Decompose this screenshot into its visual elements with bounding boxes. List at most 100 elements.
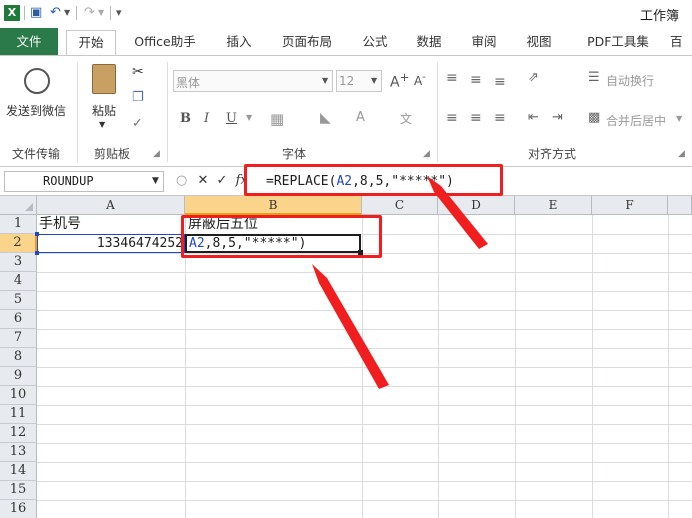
underline-icon[interactable]: U [226,111,237,126]
paste-dropdown-icon[interactable]: ▼ [99,120,105,129]
wrap-text-icon[interactable]: ☰ [588,70,600,85]
align-left-icon[interactable]: ≡ [446,110,458,126]
column-header-f[interactable]: F [592,196,668,215]
column-header-c[interactable]: C [362,196,438,215]
column-header-a[interactable]: A [37,196,185,215]
gridline [37,462,692,463]
tab-pdf-tools[interactable]: PDF工具集 [578,30,658,56]
borders-icon[interactable]: ▦ [270,110,284,128]
gridline [37,329,692,330]
increase-indent-icon[interactable]: ⇥ [552,110,563,125]
orientation-icon[interactable]: ⇗ [528,70,539,85]
alignment-launcher-icon[interactable]: ◢ [678,149,685,159]
enter-icon[interactable]: ✓ [217,173,228,188]
format-painter-icon[interactable]: ✓ [132,116,143,131]
tab-office-assistant[interactable]: Office助手 [126,30,204,56]
chevron-down-icon[interactable]: ▼ [246,113,252,122]
group-label-clipboard: 剪贴板 [94,147,131,161]
row-header-10[interactable]: 10 [0,386,37,405]
align-top-icon[interactable]: ≡ [446,70,458,86]
column-header-b[interactable]: B [185,196,362,215]
row-header-8[interactable]: 8 [0,348,37,367]
copy-icon[interactable]: ❐ [132,90,144,105]
row-header-2[interactable]: 2 [0,234,37,253]
formula-highlight-box [244,164,503,196]
align-bottom-icon[interactable]: ≡ [494,74,506,90]
row-header-11[interactable]: 11 [0,405,37,424]
title-bar: X ▣ ↶ ▼ ↷ ▼ ▾ 工作簿 [0,0,692,26]
tab-formulas[interactable]: 公式 [354,30,396,56]
row-header-6[interactable]: 6 [0,310,37,329]
undo-dropdown-icon[interactable]: ▼ [64,4,70,22]
cut-icon[interactable]: ✂ [132,64,144,80]
expand-icon[interactable]: ○ [176,173,187,188]
tab-view[interactable]: 视图 [518,30,560,56]
ribbon-tabs: 文件 开始 Office助手 插入 页面布局 公式 数据 审阅 视图 PDF工具… [0,26,692,56]
bold-icon[interactable]: B [180,111,191,126]
align-right-icon[interactable]: ≡ [494,110,506,126]
row-header-14[interactable]: 14 [0,462,37,481]
decrease-indent-icon[interactable]: ⇤ [528,110,539,125]
column-header-next[interactable] [668,196,692,215]
tab-data[interactable]: 数据 [408,30,450,56]
gridline [37,310,692,311]
select-all-corner[interactable] [0,196,37,215]
align-middle-icon[interactable]: ≡ [470,72,482,88]
cell-a1[interactable]: 手机号 [39,215,81,234]
row-header-4[interactable]: 4 [0,272,37,291]
tab-file[interactable]: 文件 [0,28,58,56]
customize-quick-access-icon[interactable]: ▾ [116,4,122,22]
fill-color-icon[interactable]: ◣ [320,110,331,126]
group-label-file-transfer: 文件传输 [12,147,61,161]
align-center-icon[interactable]: ≡ [470,110,482,126]
gridline [37,386,692,387]
row-header-12[interactable]: 12 [0,424,37,443]
tab-more[interactable]: 百 [670,30,692,56]
redo-icon[interactable]: ↷ [84,4,95,22]
font-color-icon[interactable]: A [356,110,365,125]
gridline [185,215,186,518]
cell-a2[interactable]: 13346474252 [39,234,183,253]
row-header-5[interactable]: 5 [0,291,37,310]
row-header-16[interactable]: 16 [0,500,37,518]
tab-home[interactable]: 开始 [66,30,116,56]
wechat-icon[interactable] [24,68,50,94]
merge-center-button[interactable]: 合并后居中 [606,112,666,129]
tab-page-layout[interactable]: 页面布局 [272,30,342,56]
font-size-select[interactable]: 12 ▼ [336,70,382,92]
font-name-select[interactable]: 黑体 ▼ [173,70,333,92]
row-header-9[interactable]: 9 [0,367,37,386]
row-header-7[interactable]: 7 [0,329,37,348]
tab-insert[interactable]: 插入 [218,30,260,56]
separator [110,6,111,20]
gridline [37,272,692,273]
redo-dropdown-icon[interactable]: ▼ [98,4,104,22]
merge-center-icon[interactable]: ▩ [588,110,600,125]
grow-font-icon[interactable]: A+ [390,70,409,91]
wrap-text-button[interactable]: 自动换行 [606,72,654,89]
column-header-d[interactable]: D [438,196,515,215]
phonetic-icon[interactable]: 文 [400,110,412,127]
font-name-value: 黑体 [176,76,201,90]
separator [76,6,77,20]
cell-highlight-box [181,215,382,258]
chevron-down-icon[interactable]: ▼ [676,114,682,123]
name-box-dropdown-icon[interactable]: ▼ [152,176,159,186]
clipboard-launcher-icon[interactable]: ◢ [153,149,160,159]
column-header-e[interactable]: E [515,196,592,215]
paste-icon[interactable] [92,64,116,94]
name-box[interactable]: ROUNDUP [4,171,164,192]
row-header-15[interactable]: 15 [0,481,37,500]
paste-button[interactable]: 粘贴 [92,102,116,119]
font-launcher-icon[interactable]: ◢ [423,149,430,159]
row-header-3[interactable]: 3 [0,253,37,272]
row-header-13[interactable]: 13 [0,443,37,462]
tab-review[interactable]: 审阅 [463,30,505,56]
row-header-1[interactable]: 1 [0,215,37,234]
shrink-font-icon[interactable]: A- [414,72,426,88]
italic-icon[interactable]: I [204,111,209,126]
undo-icon[interactable]: ↶ [50,4,61,22]
cancel-icon[interactable]: ✕ [197,173,208,188]
save-icon[interactable]: ▣ [30,4,42,22]
send-to-wechat-button[interactable]: 发送到微信 [6,102,66,119]
